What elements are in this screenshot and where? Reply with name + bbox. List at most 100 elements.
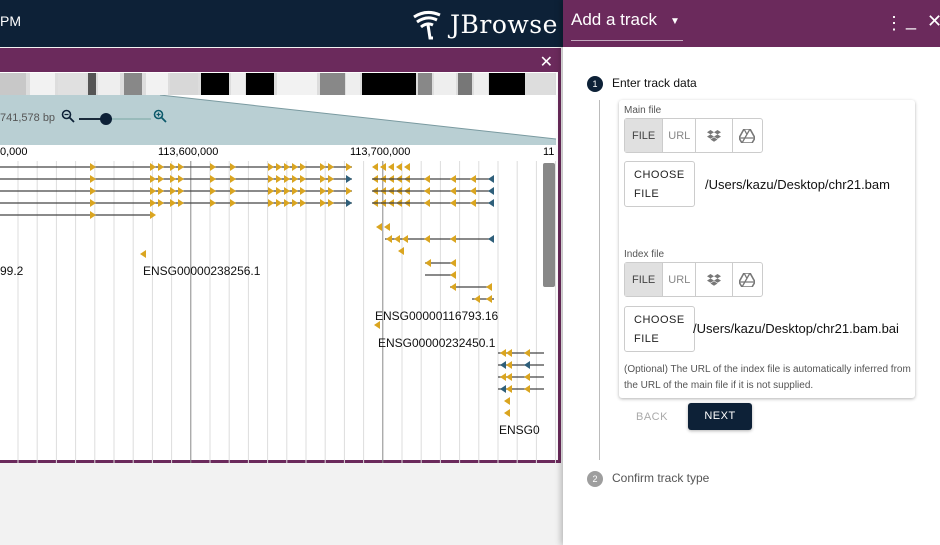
exon[interactable]	[524, 385, 530, 393]
exon[interactable]	[425, 259, 431, 267]
more-vert-icon[interactable]: ⋮	[885, 13, 903, 34]
exon[interactable]	[170, 199, 176, 207]
exon[interactable]	[158, 175, 164, 183]
gene-label[interactable]: ENSG00000116793.16	[375, 309, 498, 323]
google-drive-icon[interactable]	[733, 119, 762, 152]
zoom-out-icon[interactable]	[61, 109, 75, 123]
exon[interactable]	[276, 199, 282, 207]
exon[interactable]	[276, 187, 282, 195]
exon[interactable]	[150, 187, 156, 195]
exon[interactable]	[230, 187, 236, 195]
google-drive-icon[interactable]	[733, 263, 762, 296]
exon[interactable]	[506, 361, 512, 369]
exon[interactable]	[450, 259, 456, 267]
exon[interactable]	[292, 163, 298, 171]
exon[interactable]	[424, 199, 430, 207]
exon[interactable]	[230, 163, 236, 171]
gene-features[interactable]	[0, 163, 544, 417]
main-file-choose-button[interactable]: CHOOSE FILE	[624, 161, 695, 207]
exon[interactable]	[506, 385, 512, 393]
exon[interactable]	[506, 373, 512, 381]
exon[interactable]	[158, 199, 164, 207]
exon[interactable]	[210, 199, 216, 207]
exon[interactable]	[470, 175, 476, 183]
close-icon[interactable]: ✕	[927, 11, 940, 32]
exon[interactable]	[450, 283, 456, 291]
exon[interactable]	[300, 187, 306, 195]
exon[interactable]	[500, 361, 506, 369]
zoom-slider-thumb[interactable]	[100, 113, 112, 125]
exon[interactable]	[328, 199, 334, 207]
exon[interactable]	[346, 163, 352, 171]
exon[interactable]	[470, 199, 476, 207]
exon[interactable]	[486, 283, 492, 291]
exon[interactable]	[150, 199, 156, 207]
exon[interactable]	[524, 373, 530, 381]
exon[interactable]	[230, 199, 236, 207]
exon[interactable]	[388, 163, 394, 171]
dropbox-icon[interactable]	[696, 263, 733, 296]
gene-label[interactable]: 99.2	[0, 264, 23, 278]
exon[interactable]	[488, 175, 494, 183]
exon[interactable]	[402, 235, 408, 243]
exon[interactable]	[230, 175, 236, 183]
exon[interactable]	[328, 163, 334, 171]
exon[interactable]	[488, 199, 494, 207]
exon[interactable]	[328, 187, 334, 195]
exon[interactable]	[170, 175, 176, 183]
exon[interactable]	[178, 199, 184, 207]
caret-down-icon[interactable]: ▼	[670, 16, 680, 27]
zoom-slider[interactable]	[79, 113, 151, 125]
exon[interactable]	[506, 349, 512, 357]
index-file-url-toggle[interactable]: URL	[663, 263, 697, 296]
close-view-icon[interactable]: ✕	[540, 52, 553, 72]
zoom-in-icon[interactable]	[153, 109, 167, 123]
exon[interactable]	[450, 199, 456, 207]
exon[interactable]	[500, 373, 506, 381]
exon[interactable]	[346, 187, 352, 195]
exon[interactable]	[450, 235, 456, 243]
exon[interactable]	[386, 235, 392, 243]
minimize-icon[interactable]: _	[906, 10, 916, 31]
main-file-url-toggle[interactable]: URL	[663, 119, 697, 152]
exon[interactable]	[300, 163, 306, 171]
exon[interactable]	[450, 175, 456, 183]
index-file-file-toggle[interactable]: FILE	[625, 263, 664, 296]
exon[interactable]	[376, 223, 382, 231]
exon[interactable]	[178, 163, 184, 171]
exon[interactable]	[488, 187, 494, 195]
exon[interactable]	[210, 163, 216, 171]
exon[interactable]	[276, 163, 282, 171]
exon[interactable]	[268, 199, 274, 207]
exon[interactable]	[470, 187, 476, 195]
exon[interactable]	[150, 163, 156, 171]
drawer-title[interactable]: Add a track	[571, 10, 657, 30]
exon[interactable]	[504, 409, 510, 417]
exon[interactable]	[488, 235, 494, 243]
exon[interactable]	[328, 175, 334, 183]
exon[interactable]	[424, 187, 430, 195]
next-button[interactable]: NEXT	[688, 403, 752, 430]
exon[interactable]	[178, 187, 184, 195]
exon[interactable]	[394, 235, 400, 243]
gene-label[interactable]: ENSG00000238256.1	[143, 264, 260, 278]
exon[interactable]	[300, 175, 306, 183]
index-file-choose-button[interactable]: CHOOSE FILE	[624, 306, 695, 352]
exon[interactable]	[140, 250, 146, 258]
exon[interactable]	[500, 385, 506, 393]
gene-label[interactable]: ENSG0	[499, 423, 540, 437]
exon[interactable]	[268, 175, 274, 183]
exon[interactable]	[292, 199, 298, 207]
exon[interactable]	[424, 175, 430, 183]
exon[interactable]	[268, 187, 274, 195]
exon[interactable]	[372, 163, 378, 171]
exon[interactable]	[396, 163, 402, 171]
exon[interactable]	[150, 175, 156, 183]
exon[interactable]	[178, 175, 184, 183]
exon[interactable]	[292, 187, 298, 195]
cytoband-ideogram[interactable]	[0, 73, 556, 95]
track-scrollbar[interactable]	[543, 163, 555, 287]
exon[interactable]	[384, 223, 390, 231]
exon[interactable]	[268, 163, 274, 171]
exon[interactable]	[170, 187, 176, 195]
